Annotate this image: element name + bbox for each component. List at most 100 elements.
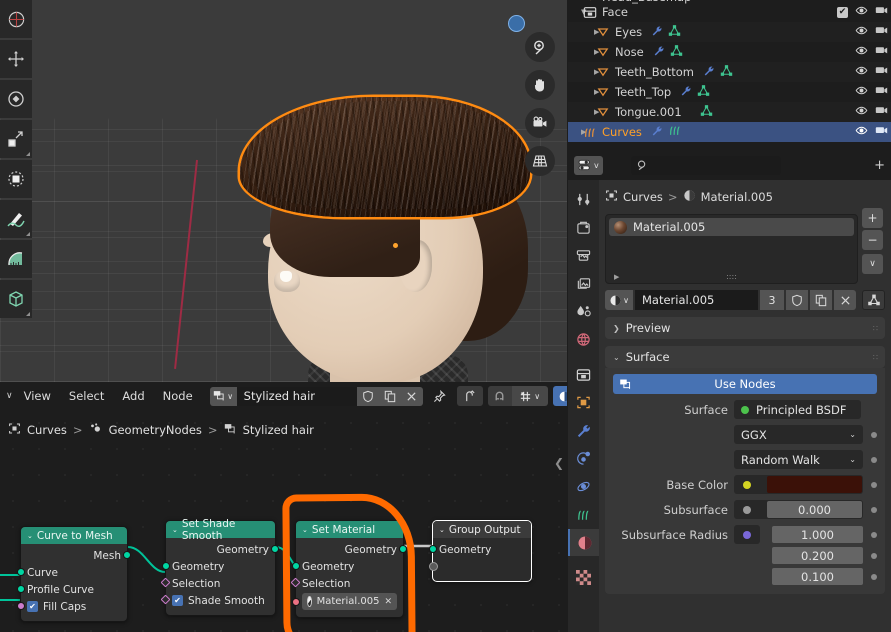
material-picker-field[interactable]: Material.005 ✕ [302,593,397,610]
disable-in-renders-icon[interactable] [875,104,888,120]
base-color-socket[interactable] [734,480,760,489]
subsurface-field[interactable]: 0.000 [734,500,863,519]
geometry-socket[interactable] [17,585,25,593]
tab-render[interactable] [568,214,599,241]
disclosure-triangle-icon[interactable]: ▶ [568,0,586,1]
geometry-socket[interactable] [162,562,170,570]
fake-user-shield-icon[interactable] [356,386,379,406]
tab-output[interactable] [568,242,599,269]
subsurface-radius-field[interactable]: 1.000 [734,525,863,544]
geometry-socket[interactable] [429,545,437,553]
material-slot-row[interactable]: Material.005 [609,218,854,236]
disable-in-renders-icon[interactable] [875,64,888,80]
modifier-wrench-icon[interactable] [651,25,663,40]
measure-tool[interactable] [0,240,32,278]
camera-view-gizmo[interactable] [525,108,555,138]
pin-icon[interactable] [429,387,451,406]
node-input-virtual[interactable] [429,558,525,575]
modifier-wrench-icon[interactable] [703,65,715,80]
material-socket[interactable] [292,598,300,606]
node-input-shade-smooth[interactable]: ✔ Shade Smooth [160,592,269,609]
chevron-down-icon[interactable]: ⌄ [439,526,445,534]
outliner[interactable]: ▶ Head_Basemap ▼ Face ✔ [568,0,891,150]
animate-property-dot[interactable] [871,573,877,580]
subsurface-socket[interactable] [734,505,760,514]
geometry-node-editor[interactable]: ∨ View Select Add Node ∨ Stylized hair ∨… [0,382,567,632]
slot-options-triangle-icon[interactable]: ▶ [614,273,619,281]
base-color-swatch[interactable] [767,476,862,493]
menu-node[interactable]: Node [154,389,202,403]
node-input-fill-caps[interactable]: ✔ Fill Caps [17,598,121,615]
mesh-data-icon[interactable] [720,64,733,80]
browse-material-button[interactable]: ∨ [605,290,633,310]
boolean-socket[interactable] [17,602,25,610]
breadcrumb-material[interactable]: Material.005 [701,190,773,204]
browse-node-group-button[interactable]: ∨ [209,386,237,406]
menu-select[interactable]: Select [60,389,113,403]
fake-user-shield-icon[interactable] [786,290,808,310]
add-cube-tool[interactable] [0,280,32,318]
animate-property-dot[interactable] [871,552,877,559]
base-color-field[interactable] [734,475,863,494]
modifier-wrench-icon[interactable] [653,45,665,60]
snap-type-dropdown[interactable]: ∨ [511,386,548,406]
scale-tool[interactable] [0,120,32,158]
disclosure-triangle-icon[interactable]: ▼ [568,8,586,16]
breadcrumb-modifier[interactable]: GeometryNodes [109,423,202,437]
mesh-data-icon[interactable] [700,104,713,120]
geometry-socket[interactable] [292,562,300,570]
node-input-geometry[interactable]: Geometry [429,541,525,558]
mesh-data-icon[interactable] [697,84,710,100]
tab-collection[interactable] [568,361,599,388]
menu-add[interactable]: Add [113,389,153,403]
node-group-name-field[interactable]: Stylized hair [236,386,357,406]
subsurface-radius-y-field[interactable]: 0.200 [734,546,863,565]
use-nodes-button[interactable]: Use Nodes [613,374,877,394]
panel-preview[interactable]: ❯ Preview ∷ [605,317,885,339]
hide-in-viewport-icon[interactable] [855,44,868,60]
sidebar-collapse-arrow-icon[interactable]: ❮ [554,456,564,470]
subsurface-method-dropdown[interactable]: Random Walk ⌄ [734,450,863,469]
node-output-mesh[interactable]: Mesh [27,547,131,564]
node-output-geometry[interactable]: Geometry [302,541,407,558]
navigation-gizmo[interactable] [508,15,525,32]
disclosure-triangle-icon[interactable]: ▶ [568,88,599,96]
outliner-row-face[interactable]: ▼ Face ✔ [568,2,891,22]
surface-shader-field[interactable]: Principled BSDF [734,400,861,419]
tab-object[interactable] [568,389,599,416]
node-header[interactable]: ⌄ Set Shade Smooth [166,518,275,542]
geometry-socket[interactable] [399,545,407,553]
outliner-row-tongue[interactable]: ▶ Tongue.001 [568,102,891,122]
shade-smooth-checkbox[interactable]: ✔ [172,595,183,606]
tab-view-layer[interactable] [568,270,599,297]
subsurface-radius-z[interactable]: 0.100 [772,568,863,585]
node-header[interactable]: ⌄ Set Material [296,521,403,538]
assign-material-data-icon[interactable] [862,290,885,310]
geometry-socket[interactable] [17,568,25,576]
snapping-magnet-icon[interactable] [487,386,512,406]
panel-surface[interactable]: ⌄ Surface ∷ [605,346,885,368]
properties-search-input[interactable] [630,155,781,175]
hide-in-viewport-icon[interactable] [855,64,868,80]
distribution-dropdown[interactable]: GGX ⌄ [734,425,863,444]
set-shade-smooth-node[interactable]: ⌄ Set Shade Smooth Geometry Geometry Sel… [160,518,279,616]
add-properties-tab-button[interactable]: + [874,158,885,173]
resize-grip[interactable]: :::: [726,272,737,281]
node-input-selection[interactable]: Selection [290,575,397,592]
material-name-field[interactable]: Material.005 [635,290,758,310]
hide-in-viewport-icon[interactable] [855,4,868,20]
mesh-data-icon[interactable] [668,24,681,40]
toggle-perspective-gizmo[interactable] [525,146,555,176]
character-head-model[interactable] [210,55,540,382]
disclosure-triangle-icon[interactable]: ▶ [568,108,599,116]
hide-in-viewport-icon[interactable] [855,84,868,100]
disable-in-renders-icon[interactable] [875,44,888,60]
transform-tool[interactable] [0,160,32,198]
geometry-socket[interactable] [271,545,279,553]
breadcrumb-nodegroup[interactable]: Stylized hair [243,423,314,437]
node-input-geometry[interactable]: Geometry [292,558,397,575]
chevron-down-icon[interactable]: ⌄ [27,532,33,540]
group-output-node[interactable]: ⌄ Group Output Geometry [429,520,532,582]
tab-scene[interactable] [568,298,599,325]
chevron-down-icon[interactable]: ⌄ [302,526,308,534]
